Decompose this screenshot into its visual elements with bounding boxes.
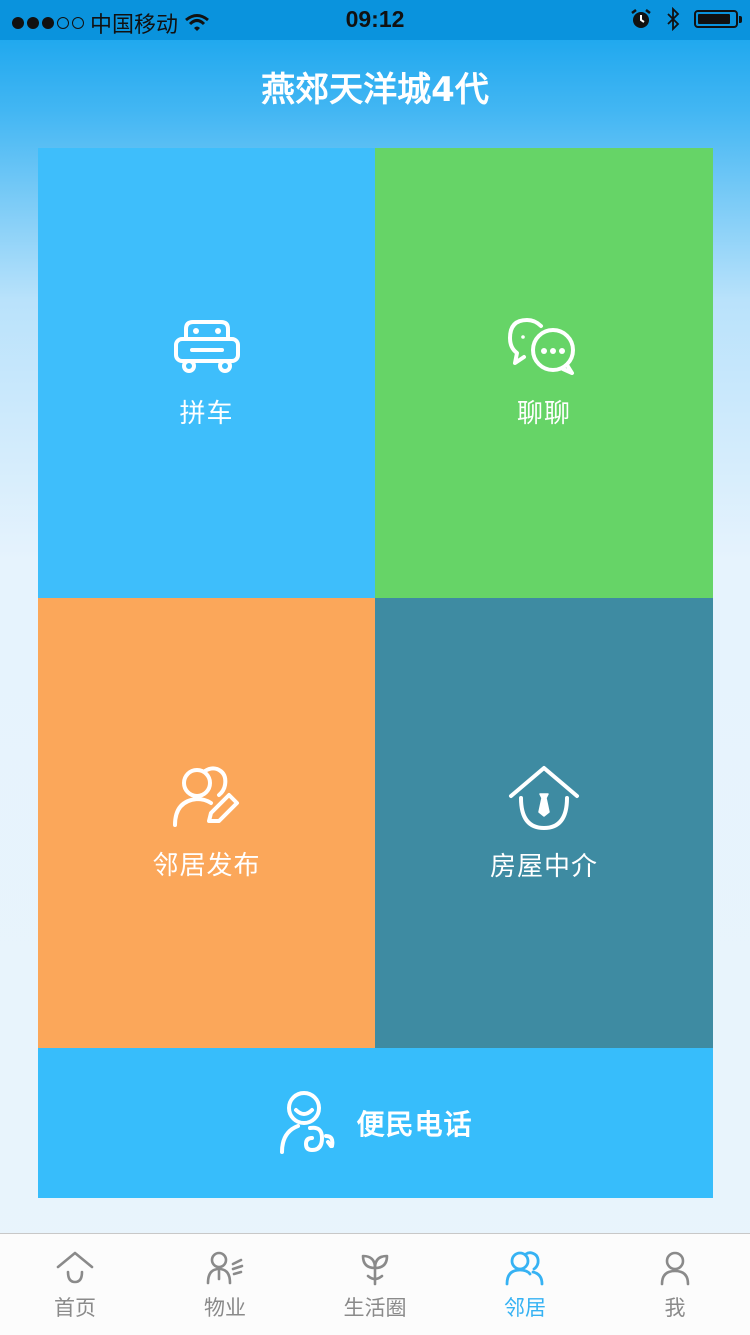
sprout-icon [361,1254,389,1286]
carpool-tile[interactable]: 拼车 [38,148,375,598]
tab-home-label: 首页 [54,1296,96,1320]
people-edit-icon [172,765,239,827]
carpool-label: 拼车 [179,398,234,429]
status-bar: 中国移动 09:12 [0,0,750,40]
housing-agent-label: 房屋中介 [489,851,598,882]
house-agent-icon [509,765,579,830]
neighbors-icon [505,1251,544,1286]
status-right [630,7,742,31]
chat-tile[interactable]: 聊聊 [375,148,713,598]
neighbor-post-label: 邻居发布 [152,850,261,881]
phone-person-icon [280,1091,335,1154]
chat-label: 聊聊 [516,398,571,429]
bluetooth-icon [667,7,680,31]
property-staff-icon [206,1251,244,1285]
tab-neighbors[interactable]: 邻居 [450,1234,600,1335]
car-icon [173,319,240,373]
housing-agent-tile[interactable]: 房屋中介 [375,598,713,1048]
tab-life-circle[interactable]: 生活圈 [300,1234,450,1335]
tab-neighbors-label: 邻居 [504,1296,546,1320]
public-phone-tile[interactable]: 便民电话 [38,1048,713,1198]
tab-property-label: 物业 [204,1296,246,1320]
tab-me-label: 我 [664,1296,686,1320]
home-icon [56,1251,94,1284]
chat-bubbles-icon [508,317,575,375]
public-phone-label: 便民电话 [356,1108,473,1141]
page-title: 燕郊天洋城4代 [261,70,489,110]
alarm-icon [631,9,651,28]
tab-home[interactable]: 首页 [0,1234,150,1335]
bottom-tab-bar: 首页 物业 生活圈 邻居 我 [0,1233,750,1335]
tab-me[interactable]: 我 [600,1234,750,1335]
tab-property[interactable]: 物业 [150,1234,300,1335]
battery-level [698,14,730,24]
neighbor-post-tile[interactable]: 邻居发布 [38,598,375,1048]
battery-icon [694,10,742,28]
tab-life-circle-label: 生活圈 [343,1296,407,1320]
user-icon [660,1251,690,1286]
